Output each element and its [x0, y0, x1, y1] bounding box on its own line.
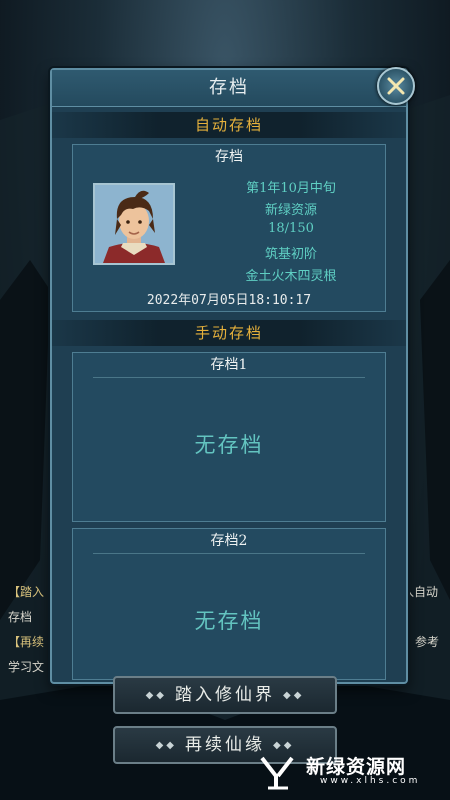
save-progress: 18/150 — [268, 221, 314, 236]
slot-1-header: 存档1 — [210, 357, 248, 373]
slot-divider — [93, 377, 365, 378]
bg-text-left-4: 学习文 — [8, 660, 45, 674]
auto-save-slot[interactable]: 存档 第1年10月中旬 新绿资源 18/150 筑基初阶 金土火木四灵根 202… — [72, 144, 386, 312]
save-datetime: 2022年07月05日18:10:17 — [146, 293, 312, 308]
watermark-url: www.xlhs.com — [320, 776, 421, 786]
bg-text-right-2: 参考 — [415, 635, 440, 649]
slot-1-empty-label: 无存档 — [194, 433, 264, 457]
enter-cultivation-label: 踏入修仙界 — [175, 685, 275, 705]
manual-save-section-title: 手动存档 — [52, 320, 406, 346]
character-avatar — [93, 183, 175, 265]
continue-label: 再续仙缘 — [185, 735, 265, 755]
manual-save-slot-1[interactable]: 存档1 无存档 — [72, 352, 386, 522]
dialog-title: 存档 — [52, 70, 406, 107]
auto-save-section-title: 自动存档 — [52, 112, 406, 138]
watermark-text: 新绿资源网 — [306, 756, 407, 778]
bg-text-left-3: 【再续 — [8, 635, 45, 649]
save-character-name: 新绿资源 — [264, 203, 317, 218]
save-realm: 筑基初阶 — [264, 247, 317, 262]
auto-slot-header: 存档 — [215, 149, 243, 165]
save-dialog: 存档 自动存档 存档 第1年10月中旬 新绿资源 18/150 筑基初阶 金土火… — [50, 67, 415, 684]
diamond-icon: ◆◆ — [155, 739, 177, 751]
diamond-icon: ◆◆ — [283, 689, 305, 701]
bg-text-left-2: 存档 — [8, 610, 33, 624]
slot-2-header: 存档2 — [210, 533, 248, 549]
slot-2-empty-label: 无存档 — [194, 609, 264, 633]
save-spirit-root: 金土火木四灵根 — [245, 269, 337, 284]
close-icon — [387, 77, 405, 95]
save-game-date: 第1年10月中旬 — [246, 181, 336, 196]
close-button[interactable] — [377, 67, 415, 105]
watermark-logo: 新绿资源网 www.xlhs.com — [258, 752, 448, 792]
enter-cultivation-button[interactable]: ◆◆ 踏入修仙界 ◆◆ — [113, 676, 337, 714]
slot-divider — [93, 553, 365, 554]
logo-icon — [260, 756, 294, 790]
diamond-icon: ◆◆ — [145, 689, 167, 701]
bg-text-left-1: 【踏入 — [8, 585, 45, 599]
manual-save-slot-2[interactable]: 存档2 无存档 — [72, 528, 386, 680]
